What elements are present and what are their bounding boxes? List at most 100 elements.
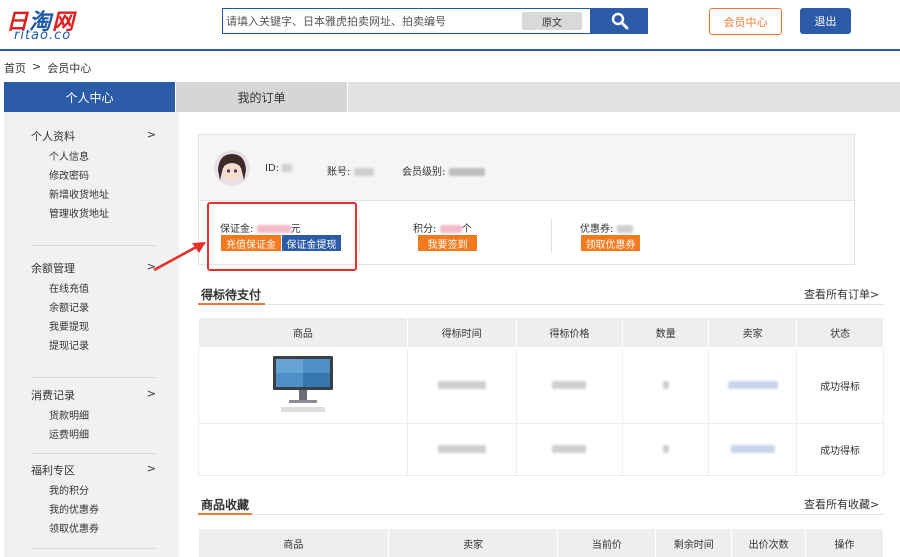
view-all-orders-link[interactable]: 查看所有订单> xyxy=(804,286,879,302)
user-account: 账号: xyxy=(327,163,374,178)
sidebar: 个人资料 > 个人信息 修改密码 新增收货地址 管理收货地址 余额管理 > 在线… xyxy=(4,112,179,557)
sidebar-item-change-password[interactable]: 修改密码 xyxy=(49,167,156,186)
sidebar-item-balance-records[interactable]: 余额记录 xyxy=(49,299,156,318)
points-label: 积分: xyxy=(413,224,437,235)
column-header: 状态 xyxy=(796,317,884,348)
tab-my-orders[interactable]: 我的订单 xyxy=(176,82,348,112)
sidebar-item-withdraw-records[interactable]: 提现记录 xyxy=(49,337,156,356)
user-id-value xyxy=(282,164,293,172)
column-header: 商品 xyxy=(198,317,408,348)
account-info-bar: ID: 账号: 会员级别: xyxy=(199,135,854,201)
get-coupon-button[interactable]: 领取优惠券 xyxy=(581,235,640,251)
blurred-value xyxy=(727,381,778,389)
sidebar-item-online-recharge[interactable]: 在线充值 xyxy=(49,280,156,299)
avatar-icon xyxy=(214,150,250,186)
table-row[interactable]: 成功得标 xyxy=(198,423,884,476)
member-center-button[interactable]: 会员中心 xyxy=(709,8,782,35)
arrow-annotation-icon xyxy=(153,242,206,272)
breadcrumb-separator: > xyxy=(32,60,42,73)
sidebar-group-label: 福利专区 xyxy=(31,464,75,477)
blurred-value xyxy=(662,445,669,453)
blurred-value xyxy=(662,381,669,389)
bid-time-cell xyxy=(406,423,517,476)
column-header: 剩余时间 xyxy=(655,528,733,557)
sidebar-group-label: 个人资料 xyxy=(31,130,75,143)
member-level: 会员级别: xyxy=(402,163,485,178)
chevron-right-icon: > xyxy=(146,462,156,475)
search-button[interactable] xyxy=(591,8,648,34)
table-header-row: 商品 得标时间 得标价格 数量 卖家 状态 xyxy=(198,317,884,348)
column-header: 数量 xyxy=(622,317,710,348)
sidebar-item-shipping-details[interactable]: 运费明细 xyxy=(49,426,156,445)
member-level-value xyxy=(448,168,485,176)
search-icon xyxy=(611,12,628,30)
sidebar-group-title[interactable]: 个人资料 > xyxy=(31,128,156,144)
sidebar-item-my-coupons[interactable]: 我的优惠券 xyxy=(49,501,156,520)
user-id: ID: xyxy=(265,163,293,174)
table-row[interactable]: 成功得标 xyxy=(198,347,884,424)
sidebar-item-get-coupons[interactable]: 领取优惠券 xyxy=(49,520,156,539)
sidebar-item-payment-details[interactable]: 货款明细 xyxy=(49,407,156,426)
column-header: 当前价 xyxy=(557,528,657,557)
monitor-icon xyxy=(272,356,333,412)
seller-cell[interactable] xyxy=(708,347,798,424)
blurred-value xyxy=(437,445,486,453)
section-divider xyxy=(198,304,884,305)
product-thumbnail[interactable] xyxy=(271,354,335,414)
breadcrumb-current[interactable]: 会员中心 xyxy=(47,60,91,76)
sidebar-group-label: 消费记录 xyxy=(31,389,75,402)
blurred-value xyxy=(552,445,587,453)
tab-personal-center[interactable]: 个人中心 xyxy=(4,82,175,112)
seller-cell[interactable] xyxy=(708,423,798,476)
column-header: 卖家 xyxy=(708,317,798,348)
sidebar-item-add-address[interactable]: 新增收货地址 xyxy=(49,186,156,205)
breadcrumb-home[interactable]: 首页 xyxy=(4,60,26,76)
sidebar-item-personal-info[interactable]: 个人信息 xyxy=(49,148,156,167)
site-logo[interactable]: 日淘网 ritao.co xyxy=(6,4,114,43)
chevron-right-icon: > xyxy=(146,387,156,400)
sidebar-item-withdraw[interactable]: 我要提现 xyxy=(49,318,156,337)
points-unit: 个 xyxy=(461,224,472,235)
user-account-label: 账号: xyxy=(327,167,351,178)
product-cell[interactable] xyxy=(198,347,408,424)
original-text-toggle[interactable]: 原文 xyxy=(522,12,582,30)
header-divider xyxy=(0,49,900,51)
coupon-label: 优惠券: xyxy=(580,224,614,235)
coupon-stat: 优惠券: xyxy=(580,220,633,235)
stat-divider xyxy=(551,218,552,253)
logout-button[interactable]: 退出 xyxy=(800,8,851,34)
sidebar-group-title[interactable]: 福利专区 > xyxy=(31,462,156,478)
sidebar-group-balance: 余额管理 > 在线充值 余额记录 我要提现 提现记录 xyxy=(31,260,156,356)
quantity-cell xyxy=(622,423,710,476)
blurred-value xyxy=(730,445,775,453)
stat-divider xyxy=(359,218,360,253)
product-cell[interactable] xyxy=(198,423,408,476)
breadcrumb: 首页 > 会员中心 xyxy=(4,60,91,76)
search-input[interactable] xyxy=(223,9,518,33)
column-header: 出价次数 xyxy=(731,528,807,557)
section-underline xyxy=(198,513,252,515)
favorites-section-title: 商品收藏 xyxy=(201,498,250,512)
status-cell: 成功得标 xyxy=(796,347,884,424)
chevron-right-icon: > xyxy=(146,128,156,141)
points-value xyxy=(439,225,462,233)
column-header: 商品 xyxy=(198,528,389,557)
view-all-favorites-link[interactable]: 查看所有收藏> xyxy=(804,496,879,512)
points-stat: 积分: 个 xyxy=(413,220,472,235)
coupon-value xyxy=(616,225,633,233)
pending-table: 商品 得标时间 得标价格 数量 卖家 状态 成功得标 成功得标 xyxy=(198,317,884,476)
sidebar-divider xyxy=(31,453,156,454)
search-box: 原文 xyxy=(222,8,591,34)
sidebar-group-profile: 个人资料 > 个人信息 修改密码 新增收货地址 管理收货地址 xyxy=(31,128,156,224)
section-underline xyxy=(198,303,265,305)
sidebar-item-my-points[interactable]: 我的积分 xyxy=(49,482,156,501)
sidebar-item-manage-address[interactable]: 管理收货地址 xyxy=(49,205,156,224)
sidebar-divider xyxy=(31,245,156,246)
logo-domain: ritao.co xyxy=(14,28,72,43)
sidebar-group-title[interactable]: 余额管理 > xyxy=(31,260,156,276)
highlight-box xyxy=(207,202,357,271)
sign-in-button[interactable]: 我要签到 xyxy=(418,235,477,251)
sidebar-divider xyxy=(31,548,156,549)
blurred-value xyxy=(437,381,486,389)
sidebar-group-title[interactable]: 消费记录 > xyxy=(31,387,156,403)
